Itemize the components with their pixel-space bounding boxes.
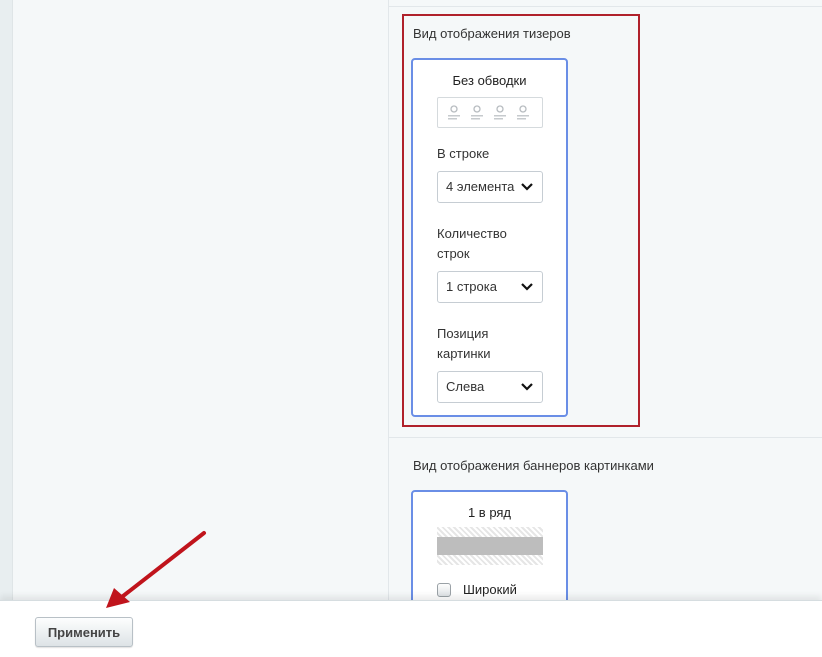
left-edge-strip [0, 0, 13, 600]
wide-checkbox-label: Широкий [463, 582, 517, 597]
left-pane [13, 0, 388, 600]
divider [388, 437, 822, 438]
banner-style-card[interactable]: 1 в ряд Широкий [411, 490, 568, 615]
banner-preview-hatch [437, 555, 543, 565]
banner-preview-image [437, 537, 543, 555]
highlight-frame [402, 14, 640, 427]
banner-card-title: 1 в ряд [467, 505, 512, 520]
banner-preview-hatch [437, 527, 543, 537]
banners-section-title: Вид отображения баннеров картинками [413, 458, 654, 473]
annotation-arrow-icon [106, 531, 206, 608]
apply-button[interactable]: Применить [35, 617, 133, 647]
wide-checkbox[interactable] [437, 583, 451, 597]
divider [388, 6, 822, 7]
